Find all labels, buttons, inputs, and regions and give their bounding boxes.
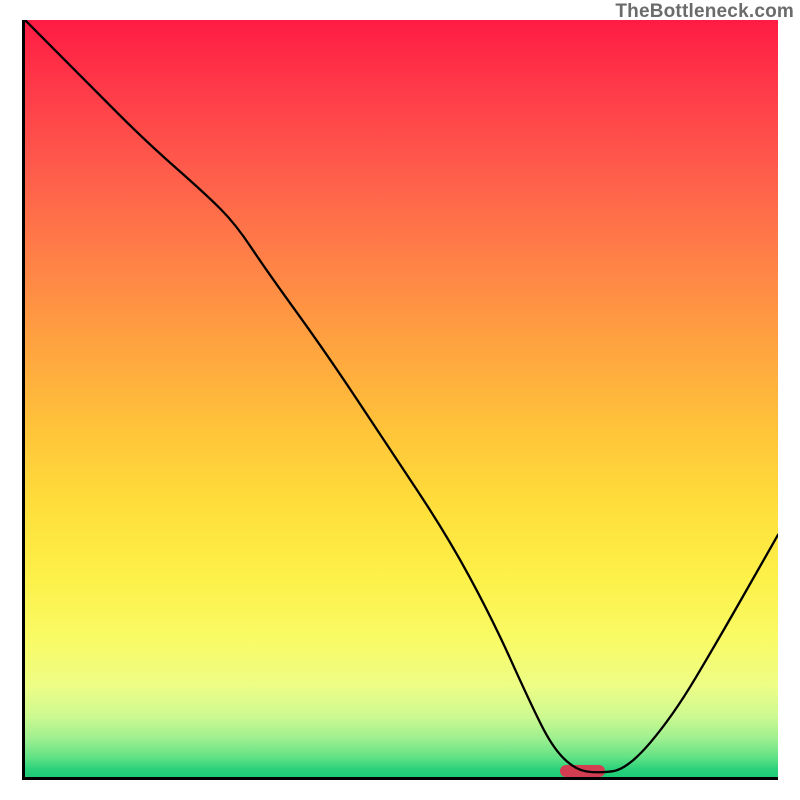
- optimum-marker: [560, 765, 605, 777]
- chart-wrapper: TheBottleneck.com: [0, 0, 800, 800]
- background-gradient: [25, 20, 778, 777]
- plot-area: [22, 20, 778, 780]
